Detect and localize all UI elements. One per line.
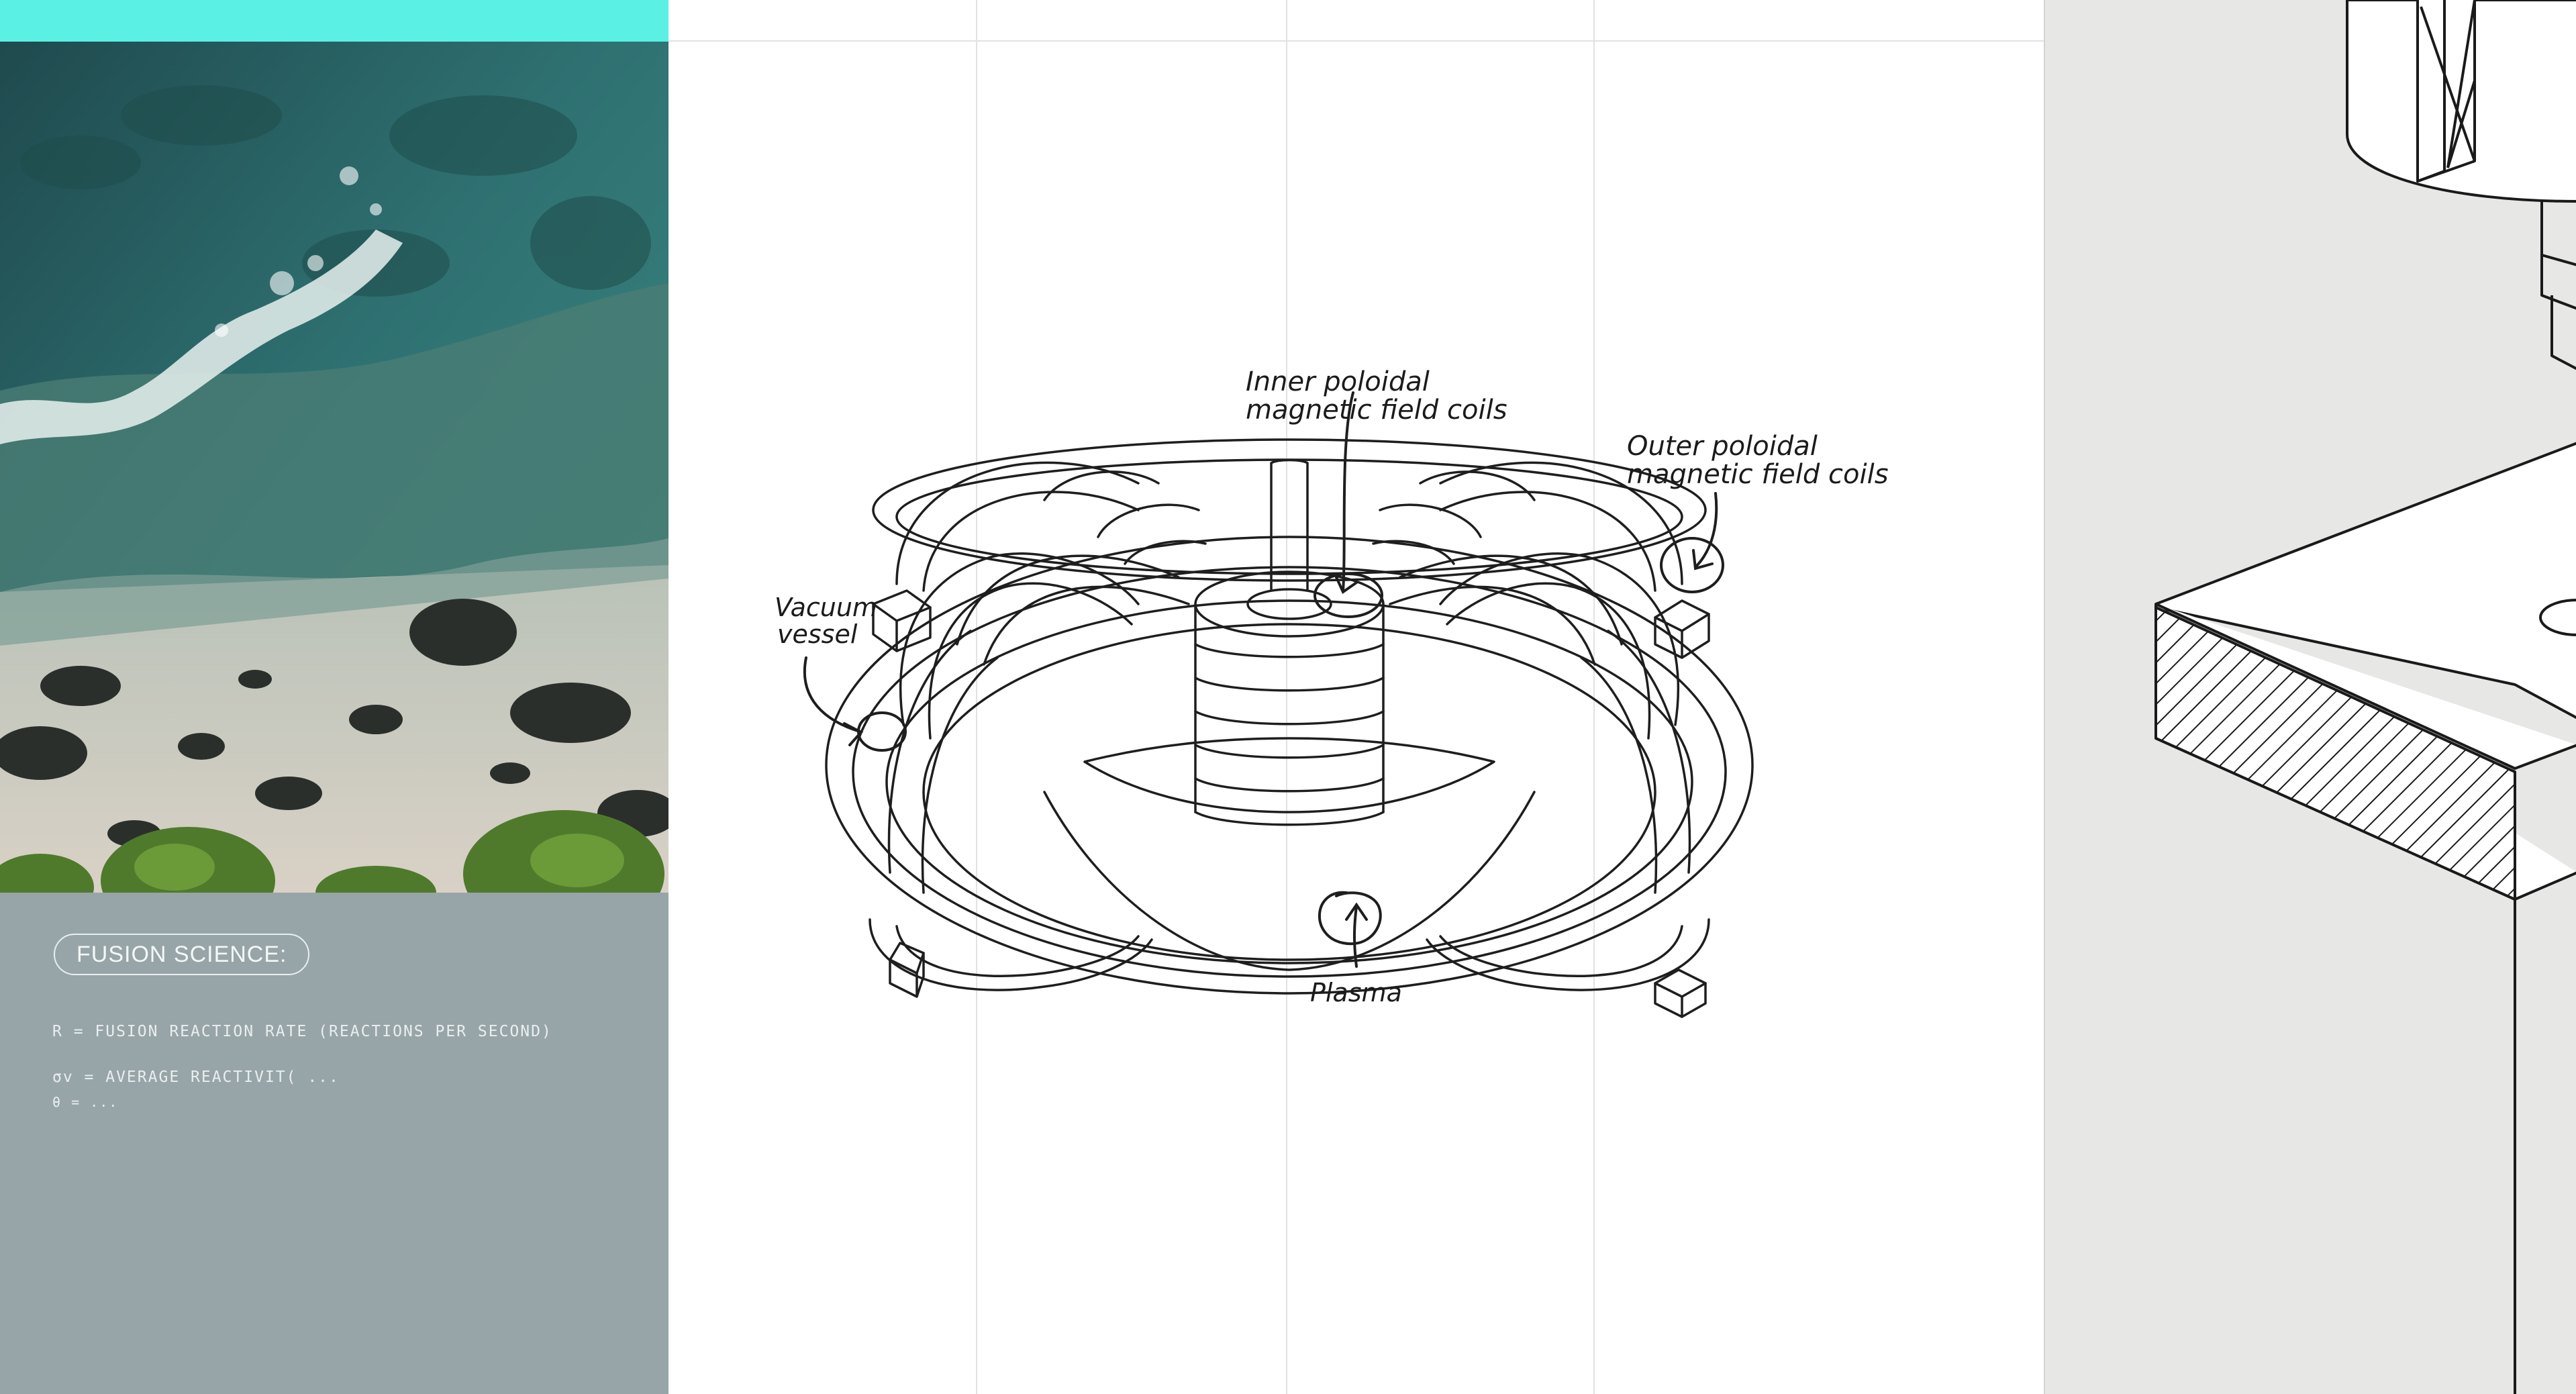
cad-part bbox=[2154, 0, 2576, 1394]
outer-coils-circle bbox=[1660, 537, 1724, 593]
formula-line-2: σv = AVERAGE REACTIVIT( ... bbox=[52, 1068, 340, 1086]
cad-drawing bbox=[2154, 0, 2576, 1394]
tokamak-diagram: Inner poloidal magnetic field coils Oute… bbox=[775, 366, 1889, 1018]
label-outer-coils-line2: magnetic field coils bbox=[1627, 459, 1889, 490]
left-panel: FUSION SCIENCE: R = FUSION REACTION RATE… bbox=[0, 0, 668, 1394]
torus-inner-hole bbox=[1083, 737, 1495, 813]
diagram-board: Inner poloidal magnetic field coils Oute… bbox=[668, 0, 2044, 1394]
toroidal-coils-right bbox=[1372, 461, 1691, 894]
label-inner-coils-line1: Inner poloidal bbox=[1246, 366, 1430, 397]
vacuum-circle bbox=[857, 711, 907, 752]
outer-coils-arrow bbox=[1694, 492, 1718, 568]
label-vacuum-line2: vessel bbox=[777, 619, 858, 649]
aerial-coastline-photo bbox=[0, 42, 668, 893]
tokamak-drawing bbox=[825, 438, 1754, 1018]
plasma-loop bbox=[1318, 891, 1382, 946]
label-vacuum-line1: Vacuum bbox=[775, 593, 877, 622]
formula-line-1: R = FUSION REACTION RATE (REACTIONS PER … bbox=[52, 1023, 552, 1040]
central-solenoid bbox=[1194, 458, 1385, 826]
right-panel bbox=[2044, 0, 2576, 1394]
info-block: FUSION SCIENCE: R = FUSION REACTION RATE… bbox=[0, 893, 668, 1394]
formula-line-3: θ = ... bbox=[52, 1094, 119, 1110]
label-outer-coils-line1: Outer poloidal bbox=[1627, 431, 1818, 462]
label-plasma: Plasma bbox=[1310, 978, 1402, 1007]
toroidal-coils-left bbox=[887, 461, 1207, 894]
plasma-body bbox=[1043, 791, 1536, 971]
topic-badge: FUSION SCIENCE: bbox=[54, 934, 310, 975]
label-inner-coils-line2: magnetic field coils bbox=[1246, 395, 1507, 426]
plasma-arrow bbox=[1352, 905, 1358, 968]
vacuum-arrow bbox=[803, 656, 861, 733]
vacuum-vessel bbox=[825, 536, 1754, 995]
coil-end-blocks bbox=[872, 589, 1710, 1018]
accent-bar bbox=[0, 0, 668, 42]
